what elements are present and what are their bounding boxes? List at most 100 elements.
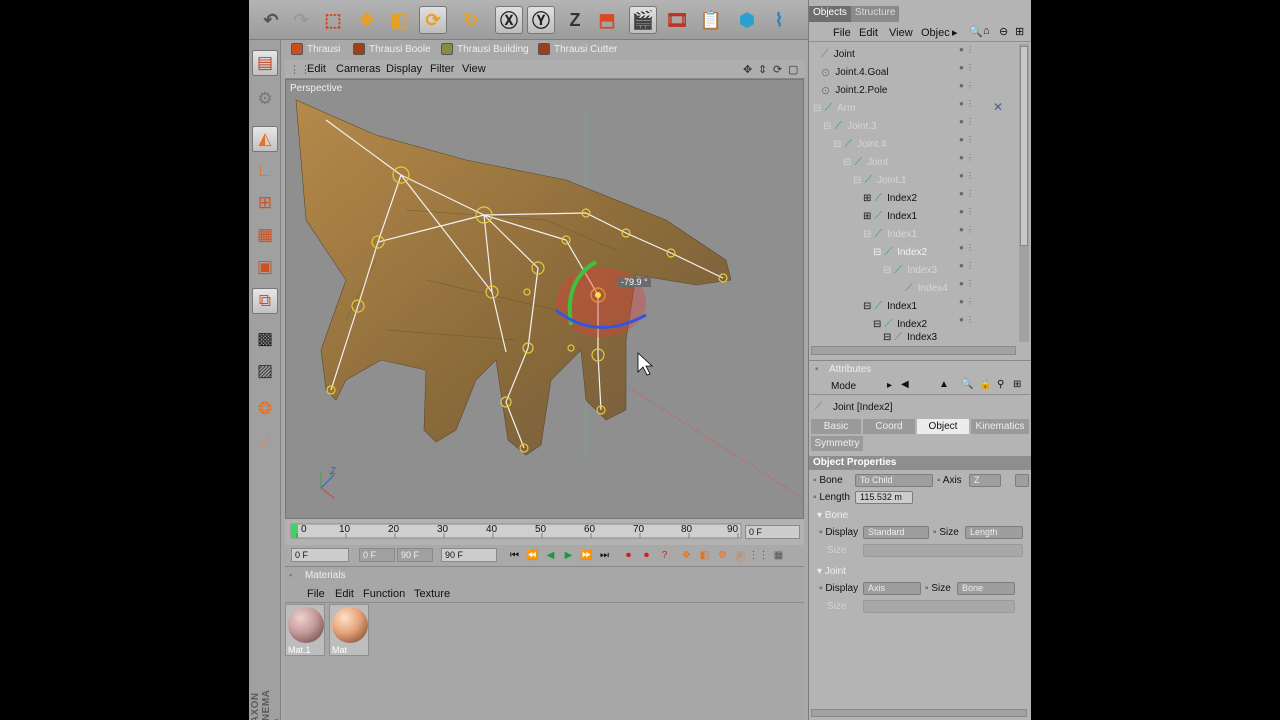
visibility-dots[interactable]: ● ⋮ — [959, 135, 1014, 153]
collapse-icon[interactable]: ⊟ — [883, 332, 891, 342]
joint-size-dropdown[interactable]: Bone — [957, 582, 1015, 595]
spline-icon[interactable]: ⌇ — [765, 6, 793, 34]
key-rotation-icon[interactable]: ⚙ — [715, 548, 730, 563]
visibility-dots[interactable]: ● ⋮ — [959, 63, 1014, 81]
expand-icon[interactable]: ⊞ — [863, 211, 871, 222]
uv-mode-icon[interactable]: ⧉ — [252, 288, 278, 314]
axis-dropdown[interactable]: Z — [969, 474, 1001, 487]
objects-menu-edit[interactable]: Edit — [859, 27, 878, 39]
collapse-icon[interactable]: ⊟ — [833, 139, 841, 150]
undo-icon[interactable]: ↶ — [257, 6, 285, 34]
texture-mode-icon[interactable]: ⚙ — [252, 86, 278, 112]
collapse-icon[interactable]: ⊟ — [873, 319, 881, 330]
selection-icon[interactable]: ⬚ — [319, 6, 347, 34]
start-frame-field[interactable]: 0 F — [291, 548, 349, 562]
search-icon[interactable]: 🔍 — [961, 379, 973, 390]
collapse-icon[interactable]: ⊟ — [883, 265, 891, 276]
x-axis-lock-icon[interactable]: Ⓧ — [495, 6, 523, 34]
tab-objects[interactable]: Objects — [809, 6, 851, 22]
polygons-mode-icon[interactable]: ▣ — [252, 254, 278, 280]
recent-tool-icon[interactable]: ↻ — [457, 6, 485, 34]
visibility-dots[interactable]: ● ⋮ — [959, 81, 1014, 99]
autokey-icon[interactable]: ⏺ — [639, 548, 654, 563]
model-mode-icon[interactable]: ◭ — [252, 126, 278, 152]
length-field[interactable]: 115.532 m — [855, 491, 913, 504]
key-position-icon[interactable]: ✥ — [679, 548, 694, 563]
end-frame-field[interactable]: 90 F — [441, 548, 497, 562]
plugin-thrausi-boole[interactable]: Thrausi Boole — [353, 41, 431, 57]
scrollbar-thumb[interactable] — [1020, 46, 1028, 246]
more-button[interactable] — [1015, 474, 1029, 487]
play-forward-icon[interactable]: ▶ — [561, 548, 576, 563]
go-to-end-icon[interactable]: ⏭ — [597, 548, 612, 563]
pan-icon[interactable]: ✥ — [743, 63, 752, 76]
collapse-icon[interactable]: ⊟ — [823, 121, 831, 132]
tree-row[interactable]: ⊟ ⟋ Joint ● ⋮ — [809, 153, 1014, 171]
range-end-field[interactable]: 90 F — [397, 548, 433, 562]
visibility-dots[interactable]: ● ⋮ — [959, 261, 1014, 279]
points-mode-icon[interactable]: ⊞ — [252, 190, 278, 216]
collapse-icon[interactable]: ⊟ — [863, 229, 871, 240]
sculpt-icon[interactable]: ❂ — [252, 396, 278, 422]
visibility-dots[interactable]: ● ⋮ — [959, 153, 1014, 171]
visibility-dots[interactable]: ● ⋮ — [959, 189, 1014, 207]
current-frame-field[interactable]: 0 F — [745, 525, 800, 539]
tree-row[interactable]: ⊟ ⟋ Index2 ● ⋮ — [809, 315, 1014, 333]
viewport-menu-edit[interactable]: Edit — [307, 63, 326, 75]
layout-icon[interactable]: ▤ — [252, 50, 278, 76]
tree-row[interactable]: ⊟ ⟋ Joint.3 ● ⋮ — [809, 117, 1014, 135]
materials-menu-edit[interactable]: Edit — [335, 588, 354, 600]
visibility-dots[interactable]: ● ⋮ — [959, 99, 1014, 117]
bone-dropdown[interactable]: To Child — [855, 474, 933, 487]
z-axis-lock-icon[interactable]: Z — [561, 6, 589, 34]
step-forward-icon[interactable]: ⏩ — [579, 548, 594, 563]
orbit-icon[interactable]: ⟳ — [773, 63, 782, 76]
plugin-thrausi-building[interactable]: Thrausi Building — [441, 41, 529, 57]
plugin-thrausi-cutter[interactable]: Thrausi Cutter — [538, 41, 617, 57]
range-start-field[interactable]: 0 F — [359, 548, 395, 562]
ik-tag-icon[interactable]: ✕ — [993, 100, 1003, 114]
tree-row[interactable]: ⊙ Joint.2.Pole ● ⋮ — [809, 81, 1014, 99]
timeline[interactable]: 0 10 20 30 40 50 60 70 80 90 0 F — [285, 519, 804, 545]
step-back-icon[interactable]: ⏪ — [525, 548, 540, 563]
visibility-dots[interactable]: ● ⋮ — [959, 315, 1014, 333]
collapse-icon[interactable]: ⊟ — [873, 247, 881, 258]
joint-group-header[interactable]: ▾ Joint — [817, 566, 846, 577]
tree-row-selected[interactable]: ⊟ ⟋ Index2 ● ⋮ — [809, 243, 1014, 261]
joint-display-dropdown[interactable]: Axis — [863, 582, 921, 595]
tab-basic[interactable]: Basic — [811, 419, 861, 434]
link-icon[interactable]: ⚲ — [997, 379, 1004, 390]
redo-icon[interactable]: ↷ — [287, 6, 315, 34]
bone-group-header[interactable]: ▾ Bone — [817, 510, 848, 521]
render-view-icon[interactable]: 🎬 — [629, 6, 657, 34]
search-icon[interactable]: 🔍 — [969, 25, 983, 38]
visibility-dots[interactable]: ● ⋮ — [959, 279, 1014, 297]
tree-row[interactable]: ⊟ ⟋ Index1 ● ⋮ — [809, 297, 1014, 315]
play-backward-icon[interactable]: ◀ — [543, 548, 558, 563]
objects-menu-file[interactable]: File — [833, 27, 851, 39]
perspective-viewport[interactable]: Y Z Perspective -79.9 ° — [285, 79, 804, 519]
edges-mode-icon[interactable]: ▦ — [252, 222, 278, 248]
bone-display-dropdown[interactable]: Standard — [863, 526, 929, 539]
tree-row[interactable]: ⊟ ⟋ Index3 ● ⋮ — [809, 261, 1014, 279]
horizontal-scrollbar[interactable] — [811, 709, 1027, 717]
maximize-icon[interactable]: ▢ — [788, 63, 798, 76]
viewport-menu-display[interactable]: Display — [386, 63, 422, 75]
tree-row[interactable]: ⊟ ⟋ Index1 ● ⋮ — [809, 225, 1014, 243]
lock-icon[interactable]: 🔒 — [979, 379, 991, 390]
object-axis-icon[interactable]: ∟ — [252, 158, 278, 184]
object-scrollbar[interactable] — [1019, 44, 1029, 342]
objects-menu-objects[interactable]: Objec — [921, 27, 950, 39]
visibility-dots[interactable]: ● ⋮ — [959, 207, 1014, 225]
rotate-icon[interactable]: ⟳ — [419, 6, 447, 34]
visibility-dots[interactable]: ● ⋮ — [959, 225, 1014, 243]
collapse-icon[interactable]: ⊟ — [813, 103, 821, 114]
tree-row[interactable]: ⊟ ⟋ Joint.1 ● ⋮ — [809, 171, 1014, 189]
back-icon[interactable]: ◀ — [901, 379, 909, 390]
coordinate-system-icon[interactable]: ⬒ — [593, 6, 621, 34]
collapse-icon[interactable]: ⊟ — [863, 301, 871, 312]
visibility-dots[interactable]: ● ⋮ — [959, 45, 1014, 63]
record-icon[interactable]: ⏺ — [621, 548, 636, 563]
home-icon[interactable]: ⌂ — [983, 25, 990, 37]
expand-icon[interactable]: ⊞ — [863, 193, 871, 204]
